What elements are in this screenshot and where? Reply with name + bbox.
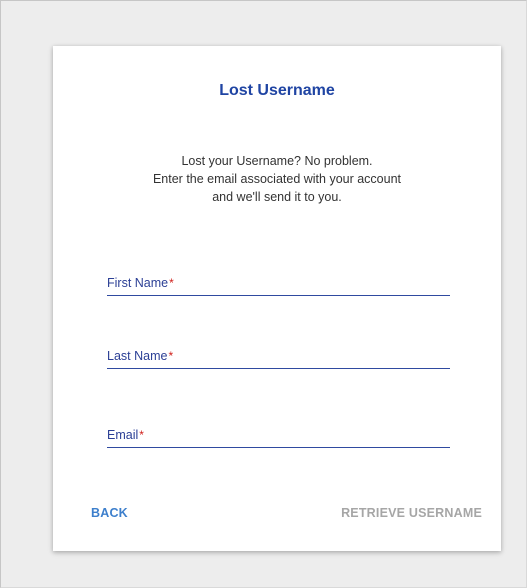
email-field[interactable]: Email* [107, 419, 450, 448]
back-button[interactable]: BACK [91, 506, 128, 520]
first-name-input[interactable] [107, 273, 450, 295]
last-name-input[interactable] [107, 346, 450, 368]
first-name-field[interactable]: First Name* [107, 267, 450, 296]
instructions-text: Lost your Username? No problem. Enter th… [53, 152, 501, 206]
email-input[interactable] [107, 425, 450, 447]
retrieve-username-button[interactable]: RETRIEVE USERNAME [341, 506, 482, 520]
instructions-line-2: Enter the email associated with your acc… [152, 172, 402, 186]
page-title: Lost Username [219, 82, 335, 99]
instructions-line-1: Lost your Username? No problem. [181, 154, 373, 168]
instructions-line-3: and we'll send it to you. [212, 190, 342, 204]
lost-username-card: Lost Username Lost your Username? No pro… [53, 46, 501, 551]
last-name-field[interactable]: Last Name* [107, 340, 450, 369]
